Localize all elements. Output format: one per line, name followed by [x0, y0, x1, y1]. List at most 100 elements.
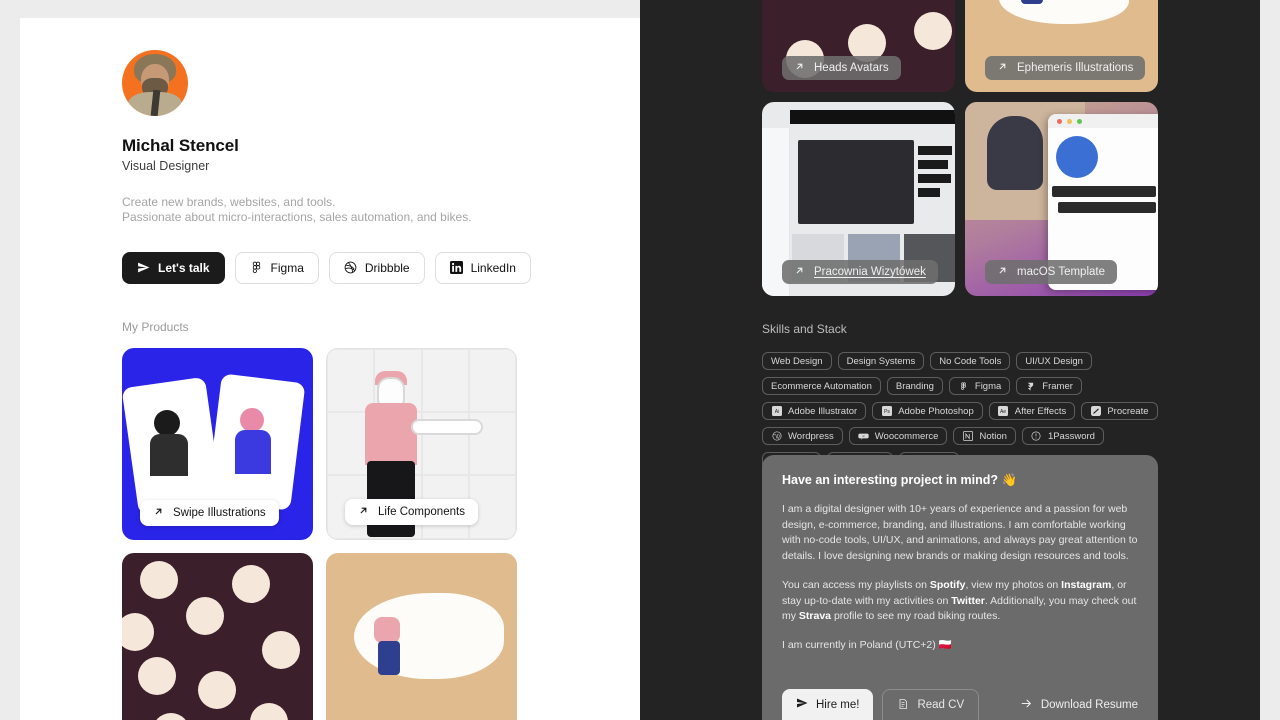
tag-ui-ux-design[interactable]: UI/UX Design — [1016, 352, 1092, 370]
tag-label: Woocommerce — [874, 430, 939, 442]
read-cv-label: Read CV — [917, 699, 965, 711]
product-card-heads-avatars[interactable] — [122, 552, 313, 720]
tag-no-code-tools[interactable]: No Code Tools — [930, 352, 1011, 370]
svg-text:Ai: Ai — [774, 409, 778, 415]
tag-procreate[interactable]: Procreate — [1081, 402, 1158, 420]
twitter-link[interactable]: Twitter — [951, 595, 985, 607]
avatar — [122, 50, 188, 116]
profile-tagline: Create new brands, websites, and tools. … — [122, 195, 640, 226]
product-pill-swipe-illustrations[interactable]: Swipe Illustrations — [140, 499, 279, 526]
framer-icon — [1025, 381, 1036, 392]
project-label-ephemeris: Ephemeris Illustrations — [1017, 62, 1134, 74]
arrow-up-right-icon — [997, 61, 1008, 75]
contact-button-row: Hire me! Read CV Download Resume — [782, 689, 1138, 720]
tag-adobe-illustrator[interactable]: Ai Adobe Illustrator — [762, 402, 867, 420]
tagline-line-1: Create new brands, websites, and tools. — [122, 195, 336, 209]
tag-design-systems[interactable]: Design Systems — [837, 352, 925, 370]
text-fragment: , view my photos on — [965, 579, 1062, 592]
page-root: Michal Stencel Visual Designer Create ne… — [0, 0, 1280, 720]
profile-name: Michal Stencel — [122, 136, 239, 155]
tag-label: Framer — [1042, 380, 1073, 392]
spotify-link[interactable]: Spotify — [930, 579, 966, 591]
adobe-photoshop-icon: Ps — [881, 406, 892, 417]
tag-woocommerce[interactable]: w Woocommerce — [848, 427, 948, 445]
tag-label: Procreate — [1107, 405, 1149, 417]
tag-label: Branding — [895, 380, 934, 392]
tag-ecommerce-automation[interactable]: Ecommerce Automation — [762, 377, 881, 395]
project-card-heads-avatars[interactable]: Heads Avatars — [762, 0, 955, 92]
onepassword-icon — [1031, 431, 1042, 442]
projects-grid: Heads Avatars Ephemeris Illustrations Pr… — [762, 0, 1158, 296]
tag-label: Figma — [974, 380, 1002, 392]
send-icon — [796, 697, 808, 712]
after-effects-icon: Ae — [998, 406, 1009, 417]
tag-framer[interactable]: Framer — [1016, 377, 1082, 395]
download-resume-link[interactable]: Download Resume — [1006, 689, 1138, 720]
arrow-up-right-icon — [997, 265, 1008, 279]
svg-text:Ae: Ae — [1000, 409, 1006, 415]
tag-notion[interactable]: Notion — [953, 427, 1016, 445]
tag-wordpress[interactable]: Wordpress — [762, 427, 843, 445]
project-card-macos-template[interactable]: macOS Template — [965, 102, 1158, 296]
profile-role: Visual Designer — [122, 159, 210, 173]
notion-icon — [962, 431, 973, 442]
dribbble-label: Dribbble — [364, 260, 410, 275]
project-label-macos: macOS Template — [1017, 266, 1105, 278]
project-label-heads: Heads Avatars — [814, 62, 889, 74]
figma-button[interactable]: Figma — [234, 251, 319, 284]
tag-adobe-photoshop[interactable]: Ps Adobe Photoshop — [872, 402, 983, 420]
tag-label: Adobe Illustrator — [788, 405, 858, 417]
tag-figma[interactable]: Figma — [948, 377, 1011, 395]
linkedin-button[interactable]: LinkedIn — [434, 251, 531, 284]
tag-label: Web Design — [771, 355, 823, 367]
project-card-ephemeris-illustrations[interactable]: Ephemeris Illustrations — [965, 0, 1158, 92]
adobe-illustrator-icon: Ai — [771, 406, 782, 417]
figma-icon — [958, 381, 969, 392]
project-pill-ephemeris[interactable]: Ephemeris Illustrations — [985, 56, 1146, 80]
svg-text:Ps: Ps — [884, 409, 890, 415]
product-label-swipe: Swipe Illustrations — [173, 506, 266, 519]
instagram-link[interactable]: Instagram — [1061, 579, 1111, 591]
tag-label: 1Password — [1047, 430, 1095, 442]
tagline-line-2: Passionate about micro-interactions, sal… — [122, 210, 472, 225]
tag-1password[interactable]: 1Password — [1021, 427, 1104, 445]
hire-me-button[interactable]: Hire me! — [782, 689, 874, 720]
arrow-up-right-icon — [358, 505, 369, 519]
tag-label: No Code Tools — [939, 355, 1002, 367]
contact-location: I am currently in Poland (UTC+2) 🇵🇱 — [782, 638, 952, 651]
tag-after-effects[interactable]: Ae After Effects — [988, 402, 1076, 420]
project-card-pracownia-wizytowek[interactable]: Pracownia Wizytówek — [762, 102, 955, 296]
product-card-ephemeris[interactable] — [326, 552, 517, 720]
woocommerce-icon: w — [858, 431, 869, 442]
lets-talk-button[interactable]: Let's talk — [122, 251, 225, 284]
product-card-life-components[interactable]: Life Components — [326, 347, 517, 540]
project-pill-heads-avatars[interactable]: Heads Avatars — [782, 56, 901, 80]
products-grid: Swipe Illustrations Life Components — [122, 347, 640, 720]
figma-label: Figma — [270, 260, 304, 275]
download-resume-label: Download Resume — [1040, 698, 1138, 711]
read-cv-button[interactable]: Read CV — [882, 689, 980, 720]
product-card-swipe-illustrations[interactable]: Swipe Illustrations — [122, 347, 313, 540]
send-icon — [137, 261, 150, 274]
figma-icon — [250, 261, 263, 274]
arrow-up-right-icon — [794, 265, 805, 279]
tag-branding[interactable]: Branding — [886, 377, 943, 395]
tag-label: Design Systems — [846, 355, 916, 367]
project-pill-macos[interactable]: macOS Template — [985, 260, 1117, 284]
projects-panel: Heads Avatars Ephemeris Illustrations Pr… — [640, 0, 1260, 720]
contact-paragraph-2: You can access my playlists on Spotify, … — [782, 578, 1138, 625]
product-pill-life-components[interactable]: Life Components — [345, 498, 478, 525]
linkedin-label: LinkedIn — [470, 260, 516, 275]
tag-web-design[interactable]: Web Design — [762, 352, 832, 370]
project-pill-pracownia[interactable]: Pracownia Wizytówek — [782, 260, 938, 284]
tag-label: UI/UX Design — [1025, 355, 1083, 367]
project-label-pracownia: Pracownia Wizytówek — [814, 266, 926, 278]
lets-talk-label: Let's talk — [158, 260, 210, 275]
wordpress-icon — [771, 431, 782, 442]
strava-link[interactable]: Strava — [799, 610, 831, 622]
tag-label: Wordpress — [788, 430, 834, 442]
text-fragment: profile to see my road biking routes. — [831, 610, 1001, 623]
contact-paragraph-1: I am a digital designer with 10+ years o… — [782, 503, 1138, 562]
profile-panel: Michal Stencel Visual Designer Create ne… — [20, 18, 640, 720]
dribbble-button[interactable]: Dribbble — [328, 251, 425, 284]
